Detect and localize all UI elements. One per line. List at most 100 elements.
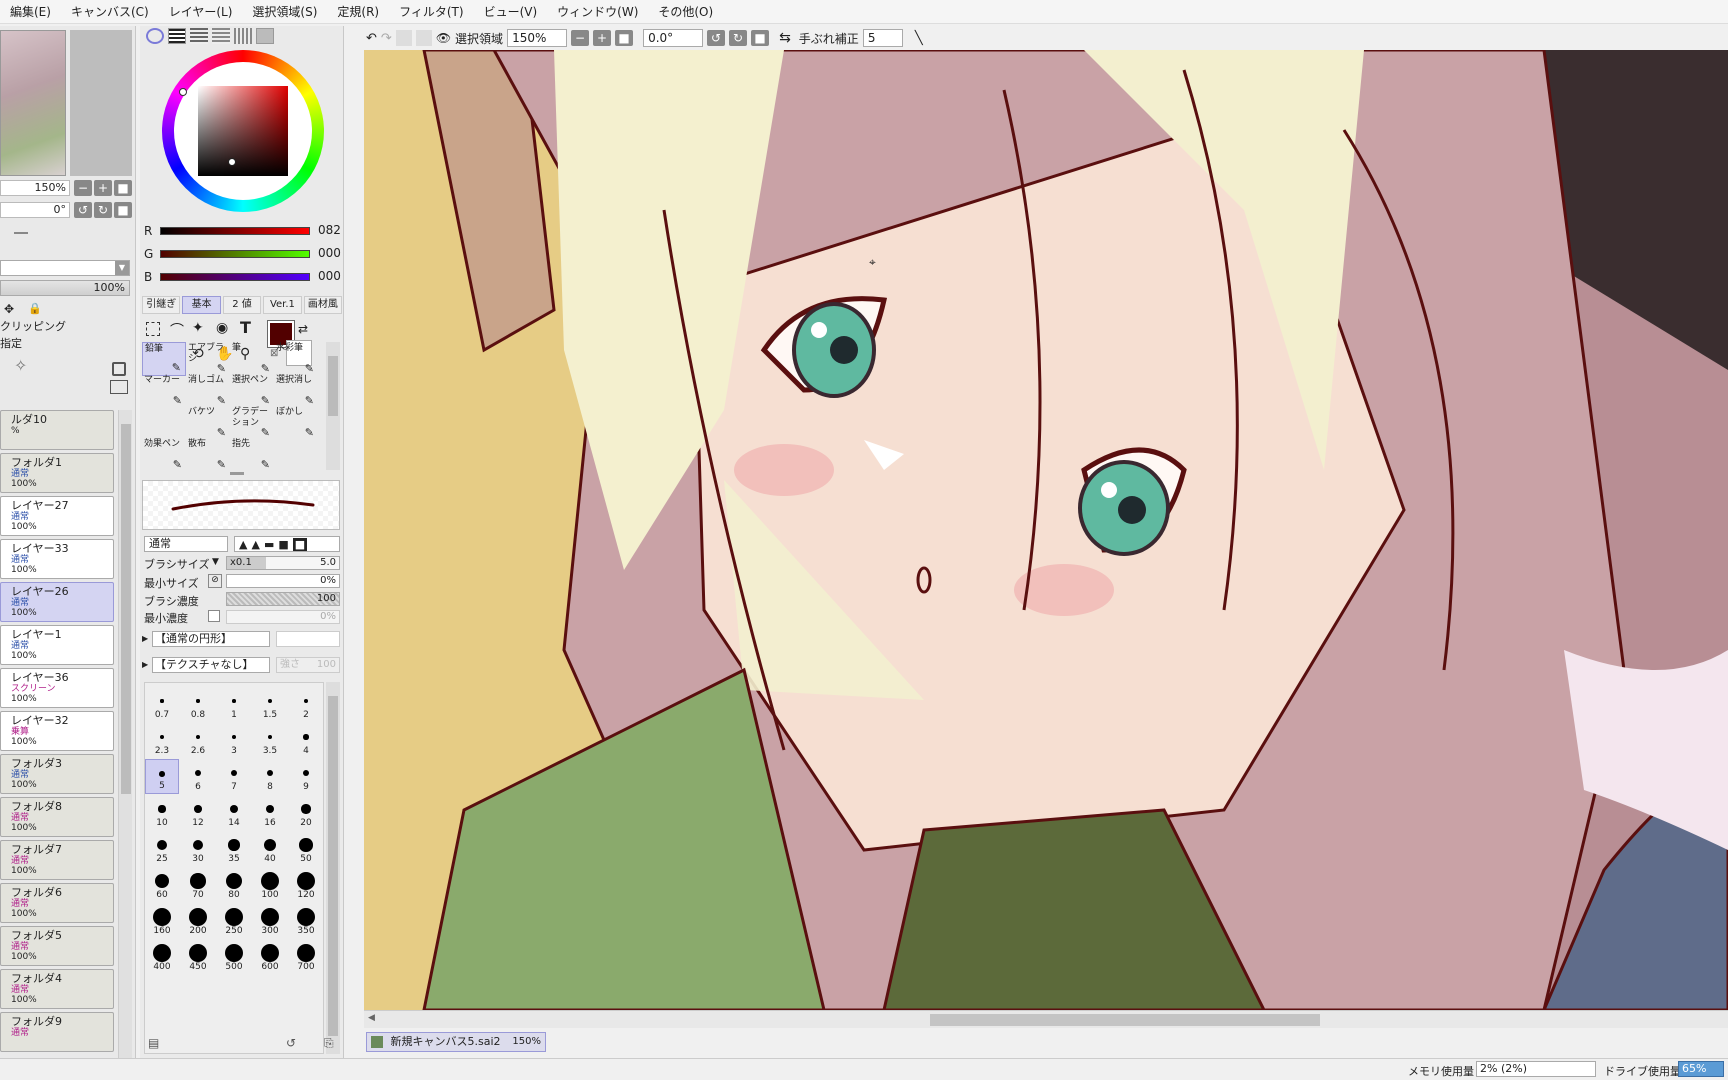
brush-size-cell[interactable]: 10 (145, 795, 179, 830)
line-tool-icon[interactable]: ╲ (915, 31, 923, 46)
brush-size-cell[interactable]: 5 (145, 759, 179, 794)
r-value[interactable]: 082 (318, 223, 341, 237)
pressure-link-icon[interactable]: ⊘ (208, 574, 222, 588)
undo-icon[interactable]: ↶ (366, 31, 377, 46)
text-tool-icon[interactable]: T (240, 318, 251, 337)
tool-grid-scrollbar[interactable] (326, 342, 340, 470)
flip-horizontal-icon[interactable]: ⇆ (779, 30, 791, 46)
layer-folder[interactable]: フォルダ1 通常 100% (0, 453, 114, 493)
layer-row[interactable]: レイヤー33 通常 100% (0, 539, 114, 579)
brush-size-cell[interactable]: 25 (145, 831, 179, 866)
hsv-slider-mode-icon[interactable] (190, 28, 208, 44)
zoom-out-button[interactable]: − (74, 180, 92, 196)
b-value[interactable]: 000 (318, 269, 341, 283)
saturation-value-square[interactable] (198, 86, 288, 176)
swap-colors-icon[interactable]: ⇄ (298, 322, 308, 336)
menu-item-0[interactable]: 編集(E) (0, 3, 61, 20)
zoom-reset-button[interactable]: ■ (114, 180, 132, 196)
layer-row[interactable]: レイヤー27 通常 100% (0, 496, 114, 536)
brush-size-cell[interactable]: 4 (289, 723, 323, 758)
stabilizer-select[interactable]: 5 (862, 29, 903, 47)
tool-11[interactable]: ぼかし ✎ (274, 406, 318, 440)
min-density-checkbox[interactable] (208, 610, 220, 622)
lasso-icon[interactable]: ⌒ (170, 320, 184, 340)
canvas-zoom-out-button[interactable]: − (571, 30, 590, 46)
brush-size-cell[interactable]: 100 (253, 867, 287, 902)
brush-size-cell[interactable]: 700 (289, 939, 323, 974)
hue-cursor[interactable] (179, 88, 187, 96)
blend-mode-select[interactable]: ▼ (0, 260, 130, 276)
sv-cursor[interactable] (228, 158, 236, 166)
navigator-preview-area[interactable] (70, 30, 132, 176)
layer-option-icon[interactable] (110, 380, 128, 394)
shape-4-icon[interactable]: ■ (278, 538, 288, 551)
expand-texture-icon[interactable]: ▶ (142, 660, 148, 669)
tool-tab-1[interactable]: 基本 (182, 296, 221, 314)
menu-item-2[interactable]: レイヤー(L) (159, 3, 243, 20)
brush-size-cell[interactable]: 14 (217, 795, 251, 830)
rotate-left-button[interactable]: ↺ (74, 202, 92, 218)
tool-tab-0[interactable]: 引継ぎ (142, 296, 181, 314)
canvas-zoom-in-button[interactable]: + (593, 30, 612, 46)
size-grid-scrollbar[interactable] (326, 682, 340, 1054)
tool-0[interactable]: 鉛筆 ✎ (142, 342, 186, 376)
magic-wand-icon[interactable]: ✦ (192, 320, 204, 336)
move-icon[interactable]: ✥ (4, 302, 14, 316)
brush-size-cell[interactable]: 40 (253, 831, 287, 866)
clipping-label[interactable]: クリッピング (0, 318, 66, 334)
menu-item-6[interactable]: ビュー(V) (474, 3, 548, 20)
canvas-rotate-reset-button[interactable]: ■ (751, 30, 770, 46)
brush-density-slider[interactable]: 100 (226, 592, 340, 606)
scrollbar-thumb[interactable] (121, 424, 131, 794)
layer-row[interactable]: レイヤー26 通常 100% (0, 582, 114, 622)
tool-1[interactable]: エアブラシ ✎ (186, 342, 230, 376)
menu-item-4[interactable]: 定規(R) (327, 3, 389, 20)
brush-size-cell[interactable]: 2 (289, 687, 323, 722)
menu-item-3[interactable]: 選択領域(S) (242, 3, 327, 20)
brush-size-cell[interactable]: 2.3 (145, 723, 179, 758)
menu-item-1[interactable]: キャンバス(C) (61, 3, 159, 20)
palette-mode-icon[interactable] (212, 28, 230, 44)
menu-item-8[interactable]: その他(O) (648, 3, 723, 20)
brush-size-cell[interactable]: 6 (181, 759, 215, 794)
navigator-thumbnail[interactable] (0, 30, 66, 176)
shape-5-icon[interactable]: ■ (292, 537, 308, 551)
brush-size-cell[interactable]: 50 (289, 831, 323, 866)
tool-6[interactable]: 選択ペン ✎ (230, 374, 274, 408)
scroll-left-icon[interactable]: ◀ (368, 1013, 375, 1023)
new-layer-icon[interactable]: ✧ (14, 356, 27, 375)
brush-size-cell[interactable]: 20 (289, 795, 323, 830)
canvas-horizontal-scrollbar[interactable]: ◀ (364, 1010, 1728, 1028)
layer-select-icon[interactable]: ◉ (216, 320, 228, 336)
splitter-handle[interactable] (230, 472, 244, 475)
redo-icon[interactable]: ↷ (381, 31, 392, 46)
layer-folder[interactable]: フォルダ8 通常 100% (0, 797, 114, 837)
reset-tool-icon[interactable]: ↺ (286, 1036, 296, 1050)
brush-shape-buttons[interactable]: ▲ ▲ ▬ ■ ■ (234, 536, 340, 552)
color-wheel[interactable] (162, 50, 324, 212)
brush-blend-select[interactable]: 通常 (144, 536, 228, 552)
horizontal-scrollbar-thumb[interactable] (930, 1014, 1320, 1026)
drawing-canvas[interactable]: ⌖ (364, 50, 1728, 1010)
tool-panel-footer-icon[interactable]: ▤ (148, 1036, 159, 1050)
canvas-rotation-select[interactable]: 0.0° (643, 29, 704, 47)
layer-folder[interactable]: フォルダ6 通常 100% (0, 883, 114, 923)
r-slider[interactable] (160, 227, 310, 235)
tool-4[interactable]: マーカー ✎ (142, 374, 186, 408)
brush-size-cell[interactable]: 80 (217, 867, 251, 902)
brush-size-multiplier-icon[interactable]: ▼ (212, 557, 219, 567)
brush-size-cell[interactable]: 0.7 (145, 687, 179, 722)
rect-select-icon[interactable] (146, 322, 160, 336)
rotate-reset-button[interactable]: ■ (114, 202, 132, 218)
brush-size-cell[interactable]: 60 (145, 867, 179, 902)
selection-visibility-icon[interactable]: 👁 (436, 31, 451, 45)
tool-7[interactable]: 選択消し ✎ (274, 374, 318, 408)
layer-folder[interactable]: フォルダ3 通常 100% (0, 754, 114, 794)
tool-5[interactable]: 消しゴム ✎ (186, 374, 230, 408)
layer-row[interactable]: レイヤー36 スクリーン 100% (0, 668, 114, 708)
canvas-zoom-select[interactable]: 150% (507, 29, 568, 47)
layer-folder[interactable]: フォルダ9 通常 (0, 1012, 114, 1052)
shape-1-icon[interactable]: ▲ (239, 538, 247, 551)
brush-size-cell[interactable]: 8 (253, 759, 287, 794)
brush-size-cell[interactable]: 3.5 (253, 723, 287, 758)
